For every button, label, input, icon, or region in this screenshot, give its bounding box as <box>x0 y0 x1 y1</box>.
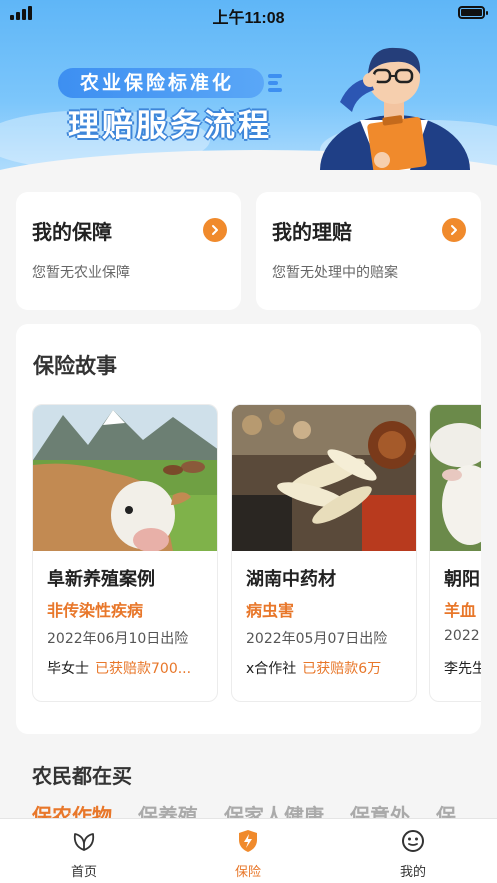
story-title: 湖南中药材 <box>246 569 336 590</box>
tab-me[interactable]: 我的 <box>353 819 473 883</box>
story-amount: 已获赔款700... <box>95 661 192 677</box>
my-claims-subtitle: 您暂无处理中的赔案 <box>272 265 398 281</box>
my-coverage-title: 我的保障 <box>32 220 112 244</box>
story-footer: x合作社 已获赔款6万 <box>246 658 411 678</box>
story-card[interactable]: 湖南中药材 病虫害 2022年05月07日出险 x合作社 已获赔款6万 <box>231 404 417 702</box>
insurance-stories-section: 保险故事 阜新养殖案例 非传染性疾病 2022年06月10日出险 毕女士 已获赔款… <box>16 324 481 734</box>
story-person: 毕女士 <box>47 661 89 677</box>
story-title: 朝阳 <box>444 569 480 590</box>
my-claims-title: 我的理赔 <box>272 220 352 244</box>
story-date: 2022 <box>444 628 480 644</box>
story-tag: 非传染性疾病 <box>47 601 144 620</box>
story-person: 李先生 <box>444 661 481 677</box>
shield-bolt-icon <box>239 830 257 852</box>
story-tag: 病虫害 <box>246 601 295 620</box>
section-title: 保险故事 <box>33 354 117 378</box>
my-claims-card[interactable]: 我的理赔 您暂无处理中的赔案 <box>256 192 481 310</box>
my-coverage-card[interactable]: 我的保障 您暂无农业保障 <box>16 192 241 310</box>
chevron-right-icon[interactable] <box>203 218 227 242</box>
story-amount: 已获赔款6万 <box>302 661 382 677</box>
tab-home[interactable]: 首页 <box>24 819 144 883</box>
tab-label: 我的 <box>399 865 426 880</box>
banner-tag-lines <box>268 74 283 95</box>
tab-label: 保险 <box>234 865 261 880</box>
tab-insurance[interactable]: 保险 <box>188 819 308 883</box>
story-title: 阜新养殖案例 <box>47 569 155 590</box>
leaf-icon <box>73 833 95 851</box>
banner-tag-text: 农业保险标准化 <box>80 72 235 94</box>
status-time: 上午11:08 <box>212 10 285 27</box>
my-coverage-subtitle: 您暂无农业保障 <box>32 265 130 281</box>
sheep-image <box>430 405 481 551</box>
farmers-buy-title: 农民都在买 <box>32 764 132 788</box>
status-bar: 上午11:08 <box>0 0 497 28</box>
herbal-medicine-image <box>232 405 416 551</box>
story-footer: 毕女士 已获赔款700... <box>47 658 212 678</box>
smile-icon <box>402 830 424 852</box>
banner-title: 理赔服务流程 <box>68 108 272 144</box>
bottom-tab-bar: 首页 保险 我的 <box>0 818 497 883</box>
tab-label: 首页 <box>70 865 97 880</box>
story-tag: 羊血 <box>444 601 477 620</box>
story-card[interactable]: 阜新养殖案例 非传染性疾病 2022年06月10日出险 毕女士 已获赔款700..… <box>32 404 218 702</box>
battery-icon <box>458 6 488 19</box>
story-date: 2022年06月10日出险 <box>47 631 189 647</box>
story-person: x合作社 <box>246 661 297 677</box>
story-footer: 李先生 <box>444 658 481 678</box>
cow-pasture-image <box>33 405 217 551</box>
agent-illustration <box>320 47 470 170</box>
chevron-right-icon[interactable] <box>442 218 466 242</box>
story-card[interactable]: 朝阳 羊血 2022 李先生 <box>429 404 481 702</box>
banner-tag: 农业保险标准化 <box>58 68 283 98</box>
story-date: 2022年05月07日出险 <box>246 631 388 647</box>
